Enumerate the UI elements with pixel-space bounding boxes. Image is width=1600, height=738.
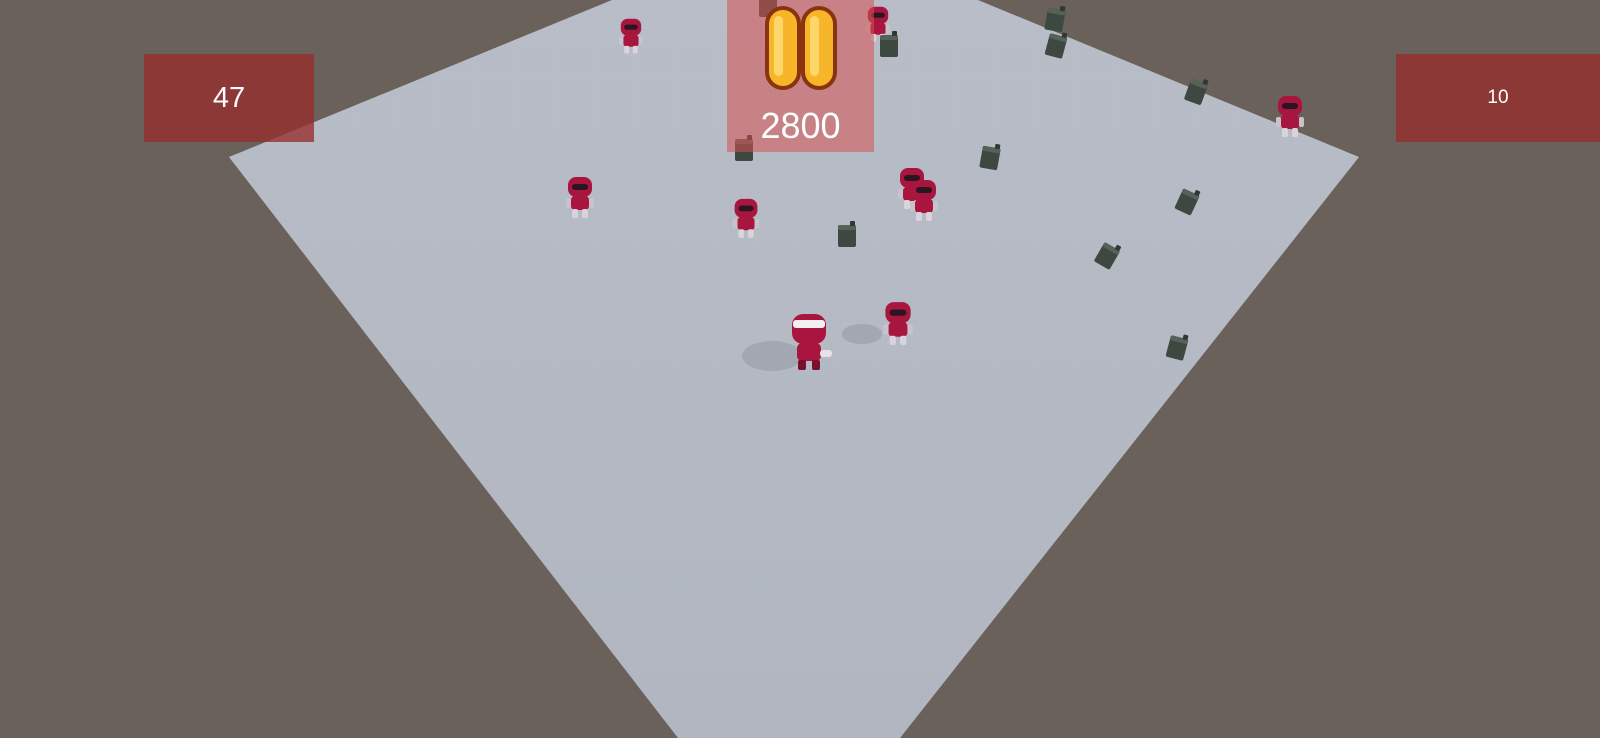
- score-panel: 2800: [727, 0, 874, 152]
- hud-right-value: 10: [1487, 87, 1509, 108]
- player-shadow: [742, 341, 802, 371]
- enemy-shadow: [842, 324, 882, 344]
- hud-left-value: 47: [212, 81, 246, 114]
- hud-right-counter: 10: [1396, 54, 1600, 142]
- hud-left-counter: 47: [144, 54, 314, 142]
- pause-icon[interactable]: [763, 4, 839, 94]
- score-value: 2800: [760, 105, 841, 146]
- fuel-can: [1044, 5, 1066, 33]
